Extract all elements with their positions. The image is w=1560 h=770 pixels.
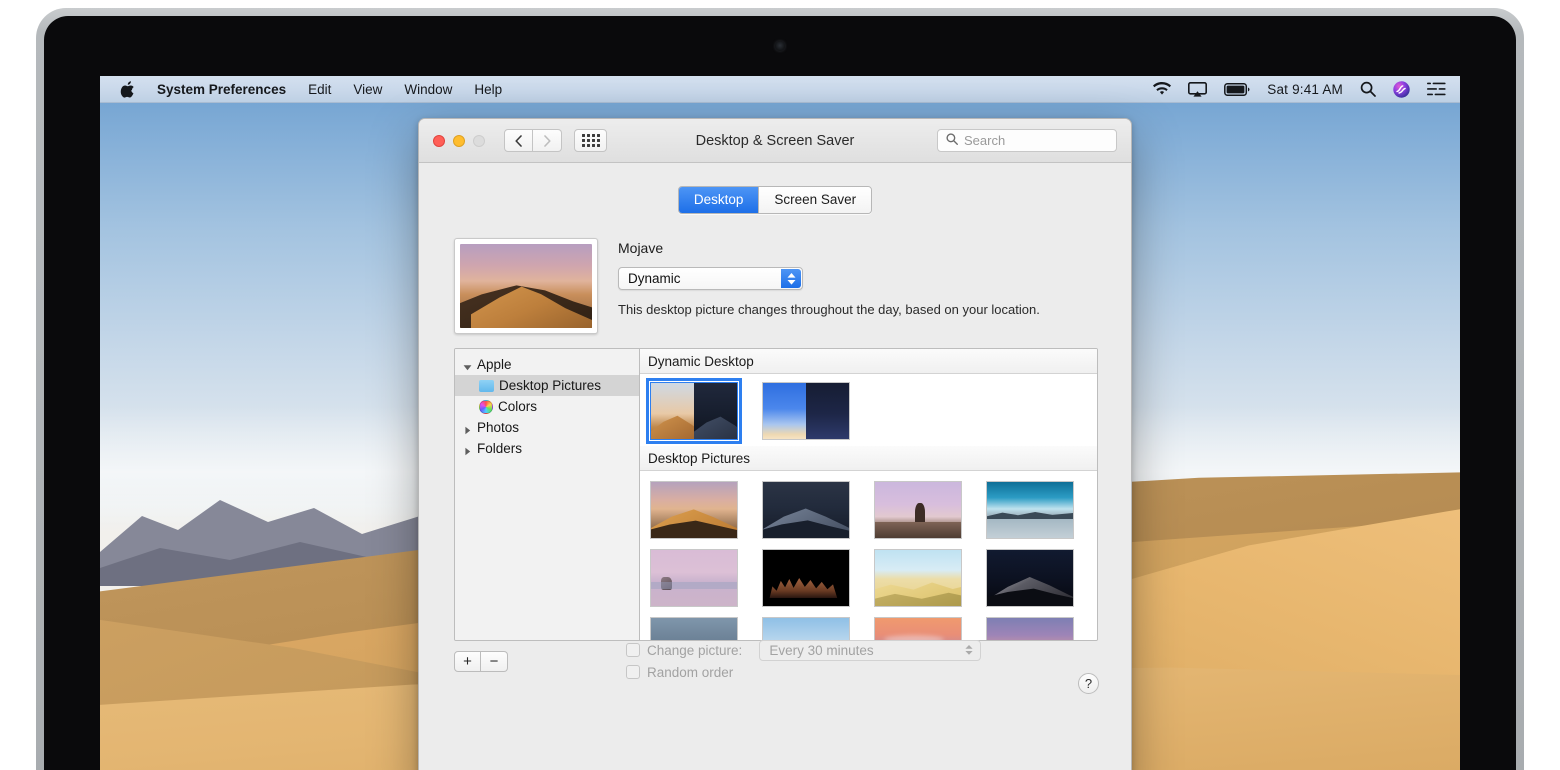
search-field[interactable] bbox=[937, 129, 1117, 152]
change-interval-popup[interactable]: Every 30 minutes bbox=[759, 639, 982, 661]
menu-item-view[interactable]: View bbox=[353, 82, 382, 97]
sidebar-item-colors[interactable]: Colors bbox=[455, 396, 639, 417]
add-folder-button[interactable]: + bbox=[454, 650, 481, 672]
folder-icon bbox=[479, 379, 494, 392]
sidebar-item-colors-label: Colors bbox=[498, 399, 538, 414]
sidebar-item-apple[interactable]: Apple bbox=[455, 354, 639, 375]
random-order-row: Random order bbox=[626, 661, 981, 683]
menu-bar-left: System Preferences Edit View Window Help bbox=[120, 80, 502, 98]
wallpaper-style-popup[interactable]: Dynamic bbox=[618, 267, 803, 290]
sidebar-item-apple-label: Apple bbox=[477, 357, 512, 372]
wallpaper-thumb-shore-dusk[interactable] bbox=[650, 617, 738, 640]
wallpaper-thumb-lone-rock[interactable] bbox=[650, 549, 738, 607]
help-button[interactable]: ? bbox=[1078, 673, 1099, 694]
menu-item-help[interactable]: Help bbox=[474, 82, 502, 97]
wallpaper-thumb-mojave-night[interactable] bbox=[762, 481, 850, 539]
webcam-icon bbox=[775, 41, 785, 51]
tab-bar: Desktop Screen Saver bbox=[432, 174, 1118, 214]
sidebar-item-desktop-pictures[interactable]: Desktop Pictures bbox=[455, 375, 639, 396]
change-picture-row: Change picture: Every 30 minutes bbox=[626, 639, 982, 661]
random-order-label: Random order bbox=[647, 664, 734, 680]
tab-screen-saver[interactable]: Screen Saver bbox=[758, 187, 872, 213]
wallpaper-thumb-dusk-sky[interactable] bbox=[986, 617, 1074, 640]
remove-folder-button[interactable]: − bbox=[481, 650, 508, 672]
control-center-icon[interactable] bbox=[1427, 82, 1446, 96]
change-picture-checkbox[interactable] bbox=[626, 643, 640, 657]
popup-arrows-icon bbox=[965, 645, 973, 655]
back-button[interactable] bbox=[504, 129, 533, 152]
menu-bar-status-area: Sat 9:41 AM bbox=[1153, 80, 1446, 98]
current-wallpaper-preview[interactable] bbox=[454, 238, 598, 334]
wallpaper-thumb-solar-gradients[interactable] bbox=[762, 382, 850, 440]
add-remove-buttons: + − bbox=[454, 650, 508, 672]
dynamic-desktop-section bbox=[640, 374, 1097, 446]
preview-metadata: Mojave Dynamic This desktop picture chan… bbox=[618, 238, 1040, 334]
wallpaper-thumb-salt-flat-blue[interactable] bbox=[986, 481, 1074, 539]
popup-arrows-icon bbox=[781, 269, 801, 288]
siri-icon[interactable] bbox=[1393, 80, 1410, 98]
wallpaper-thumb-dune-night[interactable] bbox=[986, 549, 1074, 607]
show-all-grid-icon[interactable] bbox=[574, 129, 607, 152]
random-order-checkbox[interactable] bbox=[626, 665, 640, 679]
wallpaper-thumb-mojave-day[interactable] bbox=[650, 481, 738, 539]
wallpaper-list[interactable]: Dynamic Desktop Desktop Pictures bbox=[640, 349, 1097, 640]
wallpaper-thumb-desert-rock[interactable] bbox=[874, 481, 962, 539]
wallpaper-name: Mojave bbox=[618, 240, 664, 256]
bottom-toolbar: + − Change picture: Every 30 minutes Ran… bbox=[454, 639, 1099, 694]
wallpaper-thumb-mojave-dynamic[interactable] bbox=[646, 378, 742, 444]
preview-image bbox=[460, 244, 592, 328]
menu-item-system-preferences[interactable]: System Preferences bbox=[157, 82, 286, 97]
menu-item-edit[interactable]: Edit bbox=[308, 82, 331, 97]
wallpaper-thumb-mountain-sky[interactable] bbox=[762, 617, 850, 640]
wallpaper-thumb-sunset-clouds[interactable] bbox=[874, 617, 962, 640]
tab-strip: Desktop Screen Saver bbox=[677, 186, 873, 214]
group-header-dynamic-desktop: Dynamic Desktop bbox=[640, 349, 1097, 374]
window-titlebar: Desktop & Screen Saver bbox=[419, 119, 1131, 163]
traffic-lights bbox=[433, 134, 485, 147]
desktop-pictures-grid bbox=[640, 471, 1097, 640]
menu-bar-clock[interactable]: Sat 9:41 AM bbox=[1267, 82, 1343, 97]
disclosure-collapsed-icon[interactable] bbox=[463, 423, 472, 435]
tab-desktop[interactable]: Desktop bbox=[678, 187, 759, 213]
pane-inner: Desktop Screen Saver Mojave Dynamic This… bbox=[432, 174, 1118, 770]
screenshot-stage: System Preferences Edit View Window Help bbox=[0, 0, 1560, 770]
sidebar-item-desktop-pictures-label: Desktop Pictures bbox=[499, 378, 602, 393]
change-picture-label: Change picture: bbox=[647, 642, 743, 658]
group-header-desktop-pictures: Desktop Pictures bbox=[640, 446, 1097, 471]
wallpaper-thumb-sand-dunes-day[interactable] bbox=[874, 549, 962, 607]
system-preferences-window: Desktop & Screen Saver Deskto bbox=[418, 118, 1132, 770]
disclosure-expanded-icon[interactable] bbox=[463, 360, 472, 371]
zoom-button bbox=[473, 134, 485, 147]
spotlight-search-icon[interactable] bbox=[1360, 81, 1376, 97]
dynamic-thumb-grid bbox=[640, 374, 1097, 444]
change-picture-controls: Change picture: Every 30 minutes Random … bbox=[626, 639, 982, 683]
sidebar-item-folders[interactable]: Folders bbox=[455, 438, 639, 459]
apple-logo-icon[interactable] bbox=[120, 80, 135, 98]
preview-row: Mojave Dynamic This desktop picture chan… bbox=[432, 214, 1118, 334]
sidebar-item-folders-label: Folders bbox=[477, 441, 523, 456]
desktop-display: System Preferences Edit View Window Help bbox=[100, 76, 1460, 770]
change-interval-value: Every 30 minutes bbox=[769, 642, 874, 658]
wallpaper-description: This desktop picture changes throughout … bbox=[618, 302, 1040, 317]
minimize-button[interactable] bbox=[453, 134, 465, 147]
sidebar-item-photos[interactable]: Photos bbox=[455, 417, 639, 438]
wifi-icon[interactable] bbox=[1153, 82, 1172, 96]
source-sidebar: Apple Desktop Pictures Colors Photos Fol… bbox=[455, 349, 640, 640]
wallpaper-browser: Apple Desktop Pictures Colors Photos Fol… bbox=[454, 348, 1098, 641]
airplay-icon[interactable] bbox=[1188, 81, 1208, 97]
colors-wheel-icon bbox=[479, 399, 493, 414]
preference-pane: Desktop Screen Saver Mojave Dynamic This… bbox=[419, 163, 1131, 770]
search-icon bbox=[946, 132, 958, 150]
close-button[interactable] bbox=[433, 134, 445, 147]
wallpaper-style-value: Dynamic bbox=[628, 271, 681, 286]
menu-item-window[interactable]: Window bbox=[404, 82, 452, 97]
sidebar-item-photos-label: Photos bbox=[477, 420, 520, 435]
navigation-buttons bbox=[504, 129, 562, 152]
forward-button bbox=[533, 129, 562, 152]
search-input[interactable] bbox=[964, 133, 1108, 148]
wallpaper-thumb-tufa-black[interactable] bbox=[762, 549, 850, 607]
battery-icon[interactable] bbox=[1224, 82, 1250, 96]
disclosure-collapsed-icon[interactable] bbox=[463, 444, 472, 456]
menu-bar: System Preferences Edit View Window Help bbox=[100, 76, 1460, 103]
